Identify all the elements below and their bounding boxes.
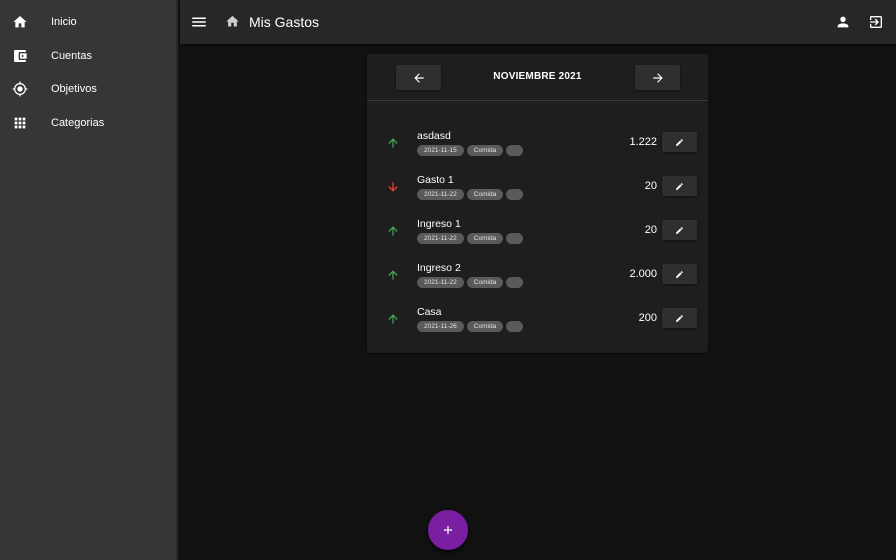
transaction-row: Casa 2021-11-26 Comida 200: [367, 303, 708, 343]
empty-chip: [506, 277, 524, 288]
home-icon: [13, 16, 27, 28]
home-icon: [226, 15, 239, 27]
arrow-up-icon: [388, 138, 398, 148]
edit-button[interactable]: [662, 308, 697, 328]
wallet-icon: [14, 50, 27, 62]
edit-button[interactable]: [662, 176, 697, 196]
transaction-chips: 2021-11-22 Comida: [417, 277, 524, 288]
sidebar-item-categorias[interactable]: Categorias: [0, 107, 178, 139]
category-chip: Comida: [466, 321, 504, 332]
date-chip: 2021-11-22: [417, 277, 464, 288]
category-chip: Comida: [466, 233, 504, 244]
edit-button[interactable]: [662, 220, 697, 240]
transaction-amount: 200: [638, 312, 657, 324]
date-chip: 2021-11-22: [417, 189, 464, 200]
date-chip: 2021-11-22: [417, 233, 464, 244]
pencil-icon: [676, 182, 683, 190]
pencil-icon: [676, 314, 683, 322]
arrow-left-icon: [413, 72, 424, 83]
empty-chip: [506, 145, 524, 156]
target-icon: [12, 81, 28, 97]
empty-chip: [506, 321, 524, 332]
transaction-row: Ingreso 2 2021-11-22 Comida 2.000: [367, 259, 708, 299]
sidebar-item-cuentas[interactable]: Cuentas: [0, 40, 178, 72]
logout-icon[interactable]: [868, 13, 884, 31]
sidebar: Inicio Cuentas Objetivos Categorias: [0, 0, 178, 560]
transaction-amount: 20: [644, 180, 657, 192]
transaction-name: Casa: [417, 306, 442, 318]
transaction-chips: 2021-11-22 Comida: [417, 189, 524, 200]
empty-chip: [506, 189, 524, 200]
transaction-row: asdasd 2021-11-15 Comida 1.222: [367, 127, 708, 167]
transaction-name: Ingreso 1: [417, 218, 461, 230]
date-chip: 2021-11-26: [417, 321, 464, 332]
month-navigator: NOVIEMBRE 2021: [367, 54, 708, 101]
account-icon[interactable]: [835, 13, 851, 31]
arrow-right-icon: [652, 72, 663, 83]
transaction-row: Ingreso 1 2021-11-22 Comida 20: [367, 215, 708, 255]
edit-button[interactable]: [662, 132, 697, 152]
arrow-down-icon: [388, 182, 398, 192]
category-chip: Comida: [466, 189, 504, 200]
edit-button[interactable]: [662, 264, 697, 284]
transaction-amount: 20: [644, 224, 657, 236]
date-chip: 2021-11-15: [417, 145, 464, 156]
pencil-icon: [676, 270, 683, 278]
transaction-name: Ingreso 2: [417, 262, 461, 274]
transaction-name: Gasto 1: [417, 174, 454, 186]
previous-month-button[interactable]: [396, 65, 441, 90]
page-title: Mis Gastos: [249, 14, 320, 30]
sidebar-item-label: Categorias: [51, 117, 105, 129]
empty-chip: [506, 233, 524, 244]
plus-icon: [443, 525, 453, 535]
pencil-icon: [676, 226, 683, 234]
category-chip: Comida: [466, 145, 504, 156]
month-label: NOVIEMBRE 2021: [493, 71, 582, 82]
transaction-chips: 2021-11-26 Comida: [417, 321, 524, 332]
transaction-row: Gasto 1 2021-11-22 Comida 20: [367, 171, 708, 211]
transaction-chips: 2021-11-15 Comida: [417, 145, 524, 156]
next-month-button[interactable]: [635, 65, 680, 90]
arrow-up-icon: [388, 314, 398, 324]
grid-icon: [14, 117, 26, 129]
sidebar-item-inicio[interactable]: Inicio: [0, 6, 178, 38]
menu-icon[interactable]: [190, 13, 208, 31]
transaction-amount: 2.000: [629, 268, 657, 280]
transactions-card: NOVIEMBRE 2021 asdasd 2021-11-15 Comida …: [367, 54, 708, 353]
arrow-up-icon: [388, 270, 398, 280]
add-transaction-button[interactable]: [428, 510, 468, 550]
sidebar-item-label: Inicio: [51, 16, 77, 28]
sidebar-item-label: Objetivos: [51, 83, 97, 95]
arrow-up-icon: [388, 226, 398, 236]
transaction-chips: 2021-11-22 Comida: [417, 233, 524, 244]
transaction-name: asdasd: [417, 130, 451, 142]
app-bar: Mis Gastos: [180, 0, 896, 44]
category-chip: Comida: [466, 277, 504, 288]
pencil-icon: [676, 138, 683, 146]
sidebar-item-label: Cuentas: [51, 50, 92, 62]
sidebar-item-objetivos[interactable]: Objetivos: [0, 73, 178, 105]
transaction-amount: 1.222: [629, 136, 657, 148]
